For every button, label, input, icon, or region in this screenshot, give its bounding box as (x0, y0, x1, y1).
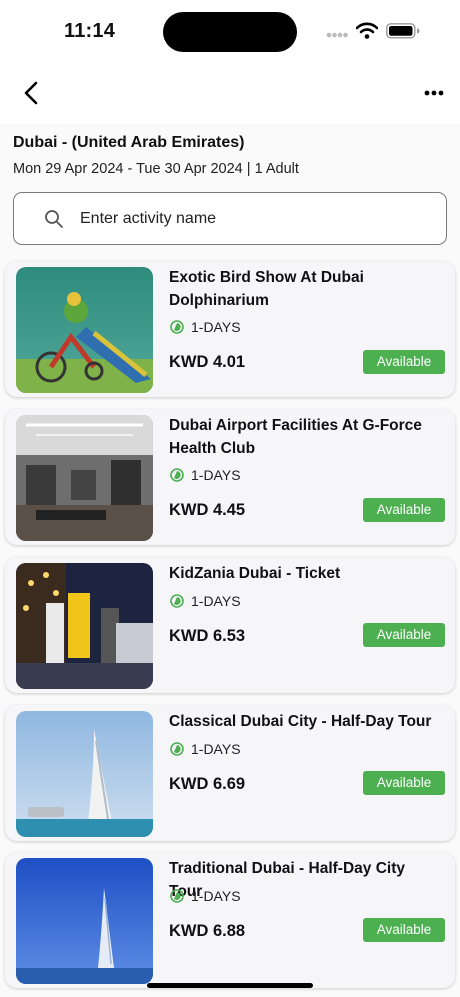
activity-title[interactable]: Dubai Airport Facilities At G-Force Heal… (169, 415, 441, 460)
activity-price: KWD 6.69 (169, 775, 246, 793)
activity-price: KWD 4.45 (169, 501, 246, 519)
duration-clock-icon (170, 889, 184, 903)
activity-image (16, 563, 153, 689)
activity-title[interactable]: Exotic Bird Show At Dubai Dolphinarium (169, 267, 441, 312)
activity-image (16, 858, 153, 984)
activity-price: KWD 4.01 (169, 353, 246, 371)
duration-clock-icon (170, 594, 184, 608)
duration-row: 1-DAYS (170, 741, 241, 757)
dynamic-island (163, 12, 297, 52)
activity-card[interactable]: Exotic Bird Show At Dubai Dolphinarium 1… (5, 261, 455, 397)
availability-badge: Available (363, 918, 445, 942)
search-box[interactable] (13, 192, 447, 245)
duration-label: 1-DAYS (191, 888, 241, 904)
duration-label: 1-DAYS (191, 741, 241, 757)
duration-label: 1-DAYS (191, 467, 241, 483)
activity-image (16, 711, 153, 837)
activity-price: KWD 6.88 (169, 922, 246, 940)
duration-row: 1-DAYS (170, 467, 241, 483)
destination-title: Dubai - (United Arab Emirates) (13, 134, 245, 151)
navigation-bar (0, 62, 460, 124)
more-dots-icon (424, 90, 444, 96)
availability-badge: Available (363, 623, 445, 647)
duration-label: 1-DAYS (191, 593, 241, 609)
availability-badge: Available (363, 498, 445, 522)
more-options-button[interactable] (420, 78, 448, 108)
activity-card[interactable]: KidZania Dubai - Ticket 1-DAYS KWD 6.53 … (5, 557, 455, 693)
duration-label: 1-DAYS (191, 319, 241, 335)
availability-badge: Available (363, 350, 445, 374)
duration-clock-icon (170, 742, 184, 756)
search-icon (44, 209, 64, 234)
availability-badge: Available (363, 771, 445, 795)
back-button[interactable] (16, 78, 46, 108)
trip-dates: Mon 29 Apr 2024 - Tue 30 Apr 2024 | 1 Ad… (13, 161, 299, 177)
activity-card[interactable]: Classical Dubai City - Half-Day Tour 1-D… (5, 705, 455, 841)
battery-icon (386, 23, 420, 44)
activity-price: KWD 6.53 (169, 627, 246, 645)
duration-row: 1-DAYS (170, 888, 241, 904)
cellular-signal-icon (326, 27, 348, 45)
home-indicator (147, 983, 313, 988)
wifi-icon (355, 22, 379, 44)
status-bar: 11:14 (0, 0, 460, 62)
chevron-left-icon (24, 81, 38, 105)
status-time: 11:14 (64, 20, 116, 42)
duration-clock-icon (170, 468, 184, 482)
duration-row: 1-DAYS (170, 593, 241, 609)
activity-image (16, 415, 153, 541)
activity-title[interactable]: Classical Dubai City - Half-Day Tour (169, 711, 441, 734)
activity-card[interactable]: Dubai Airport Facilities At G-Force Heal… (5, 409, 455, 545)
activity-card[interactable]: Traditional Dubai - Half-Day City Tour 1… (5, 852, 455, 988)
activity-title[interactable]: KidZania Dubai - Ticket (169, 563, 441, 586)
duration-row: 1-DAYS (170, 319, 241, 335)
search-input[interactable] (80, 202, 430, 236)
duration-clock-icon (170, 320, 184, 334)
activity-image (16, 267, 153, 393)
